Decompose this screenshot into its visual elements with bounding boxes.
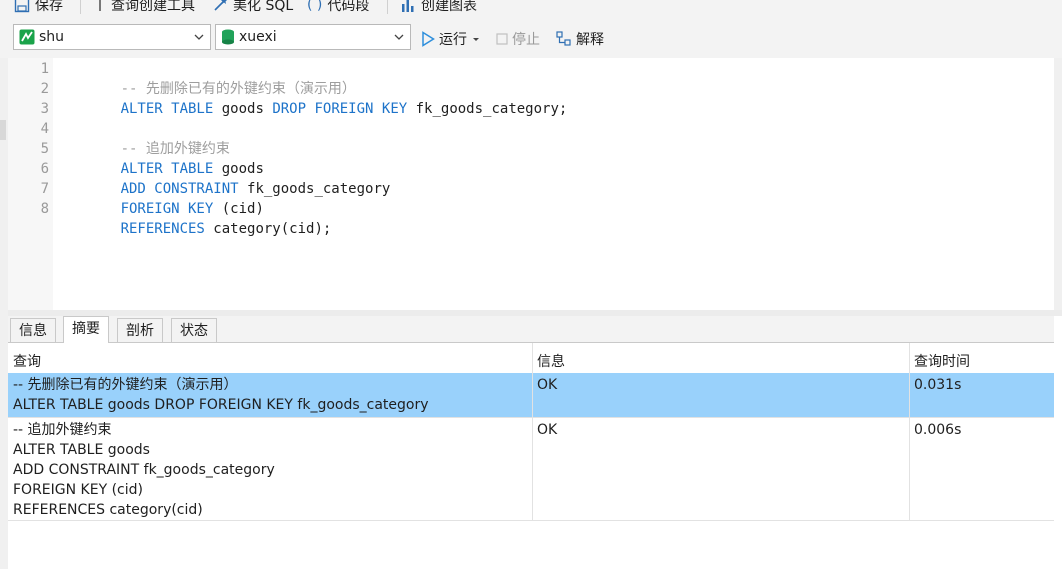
code-line: ALTER TABLE goods DROP FOREIGN KEY fk_go… xyxy=(70,79,568,117)
query-line: -- 先删除已有的外键约束（演示用） xyxy=(13,377,238,393)
column-divider[interactable] xyxy=(532,343,533,520)
beautify-sql-label: 美化 SQL xyxy=(233,0,294,14)
sql-keyword: ALTER TABLE xyxy=(120,101,214,117)
explain-button[interactable]: 解释 xyxy=(556,29,604,49)
column-header-query[interactable]: 查询 xyxy=(13,351,41,371)
create-chart-button[interactable]: 创建图表 xyxy=(400,0,477,16)
code-line: -- 先删除已有的外键约束（演示用） xyxy=(70,59,356,97)
query-builder-button[interactable]: 查询创建工具 xyxy=(96,0,195,16)
column-header-time[interactable]: 查询时间 xyxy=(914,351,970,371)
create-chart-label: 创建图表 xyxy=(421,0,477,14)
sql-keyword: DROP FOREIGN KEY xyxy=(272,101,408,117)
explain-label: 解释 xyxy=(576,32,604,48)
query-line: -- 追加外键约束 xyxy=(13,422,112,438)
save-label: 保存 xyxy=(35,0,63,14)
toolbar-divider xyxy=(80,0,81,14)
query-cell: -- 追加外键约束 ALTER TABLE goods ADD CONSTRAI… xyxy=(13,420,275,520)
query-line: ADD CONSTRAINT fk_goods_category xyxy=(13,462,275,478)
play-icon xyxy=(422,31,435,47)
sql-editor[interactable]: 1 2 3 4 5 6 7 8 -- 先删除已有的外键约束（演示用） ALTER… xyxy=(8,58,1054,310)
line-number: 3 xyxy=(40,101,49,117)
column-divider[interactable] xyxy=(909,343,910,520)
query-toolbar: shu xuexi 运行 停止 解释 xyxy=(0,16,1062,58)
connection-name: shu xyxy=(39,29,65,45)
query-line: FOREIGN KEY (cid) xyxy=(13,482,143,498)
main-toolbar: 保存 查询创建工具 美化 SQL ( ) 代码段 创建图表 xyxy=(0,0,1062,16)
tab-summary[interactable]: 摘要 xyxy=(63,316,109,343)
sql-identifier: goods xyxy=(213,101,273,117)
line-number: 8 xyxy=(40,201,49,217)
left-edge-marker xyxy=(0,120,6,140)
line-number-gutter: 1 2 3 4 5 6 7 8 xyxy=(8,58,53,310)
tab-status[interactable]: 状态 xyxy=(171,318,217,342)
line-number: 7 xyxy=(40,181,49,197)
stop-button[interactable]: 停止 xyxy=(496,29,540,49)
time-cell: 0.006s xyxy=(914,422,962,438)
column-header-info[interactable]: 信息 xyxy=(537,351,565,371)
tab-info[interactable]: 信息 xyxy=(10,318,56,342)
stop-icon xyxy=(496,33,508,45)
run-button[interactable]: 运行 xyxy=(421,29,481,49)
summary-grid: 查询 信息 查询时间 -- 先删除已有的外键约束（演示用） ALTER TABL… xyxy=(8,343,1054,569)
editor-scrollbar[interactable] xyxy=(1054,58,1062,310)
left-edge-strip xyxy=(0,58,8,569)
tab-profile[interactable]: 剖析 xyxy=(117,318,163,342)
table-row[interactable]: -- 先删除已有的外键约束（演示用） ALTER TABLE goods DRO… xyxy=(8,373,1054,418)
chevron-down-icon[interactable] xyxy=(192,29,206,45)
query-builder-icon xyxy=(99,0,101,11)
code-line: FOREIGN KEY (cid) xyxy=(70,179,264,217)
query-line: REFERENCES category(cid) xyxy=(13,502,203,518)
info-cell: OK xyxy=(537,377,558,393)
chevron-down-icon[interactable] xyxy=(471,34,481,44)
connection-icon xyxy=(19,29,35,45)
database-select[interactable]: xuexi xyxy=(215,24,411,50)
braces-icon: ( ) xyxy=(307,0,323,13)
code-line: -- 追加外键约束 xyxy=(70,119,230,157)
query-builder-label: 查询创建工具 xyxy=(111,0,195,14)
chart-icon xyxy=(402,0,414,12)
table-row[interactable]: -- 追加外键约束 ALTER TABLE goods ADD CONSTRAI… xyxy=(8,418,1054,521)
save-icon xyxy=(14,0,30,13)
database-icon xyxy=(222,29,234,45)
sql-identifier: category(cid); xyxy=(204,221,332,237)
line-number: 6 xyxy=(40,161,49,177)
sql-keyword: REFERENCES xyxy=(120,221,205,237)
grid-header: 查询 信息 查询时间 xyxy=(8,343,1054,374)
toolbar-divider xyxy=(387,0,388,14)
connection-select[interactable]: shu xyxy=(13,24,211,50)
database-name: xuexi xyxy=(239,29,277,45)
stop-label: 停止 xyxy=(512,32,540,48)
beautify-sql-button[interactable]: 美化 SQL xyxy=(212,0,293,16)
code-snippet-label: 代码段 xyxy=(327,0,370,14)
explain-icon xyxy=(556,31,571,46)
query-cell: -- 先删除已有的外键约束（演示用） ALTER TABLE goods DRO… xyxy=(13,375,429,415)
query-line: ALTER TABLE goods DROP FOREIGN KEY fk_go… xyxy=(13,397,429,413)
run-label: 运行 xyxy=(439,32,467,48)
magic-wand-icon xyxy=(214,0,227,11)
time-cell: 0.031s xyxy=(914,377,962,393)
sql-identifier: fk_goods_category; xyxy=(407,101,568,117)
info-cell: OK xyxy=(537,422,558,438)
code-line: ADD CONSTRAINT fk_goods_category xyxy=(70,159,391,197)
result-tabs: 信息 摘要 剖析 状态 xyxy=(8,316,1054,343)
line-number: 1 xyxy=(40,61,49,77)
save-button[interactable]: 保存 xyxy=(14,0,63,16)
code-line: ALTER TABLE goods xyxy=(70,139,264,177)
line-number: 4 xyxy=(40,121,49,137)
code-line: REFERENCES category(cid); xyxy=(70,199,332,237)
line-number: 2 xyxy=(40,81,49,97)
chevron-down-icon[interactable] xyxy=(392,29,406,45)
line-number: 5 xyxy=(40,141,49,157)
code-snippet-button[interactable]: ( ) 代码段 xyxy=(307,0,369,16)
query-line: ALTER TABLE goods xyxy=(13,442,150,458)
